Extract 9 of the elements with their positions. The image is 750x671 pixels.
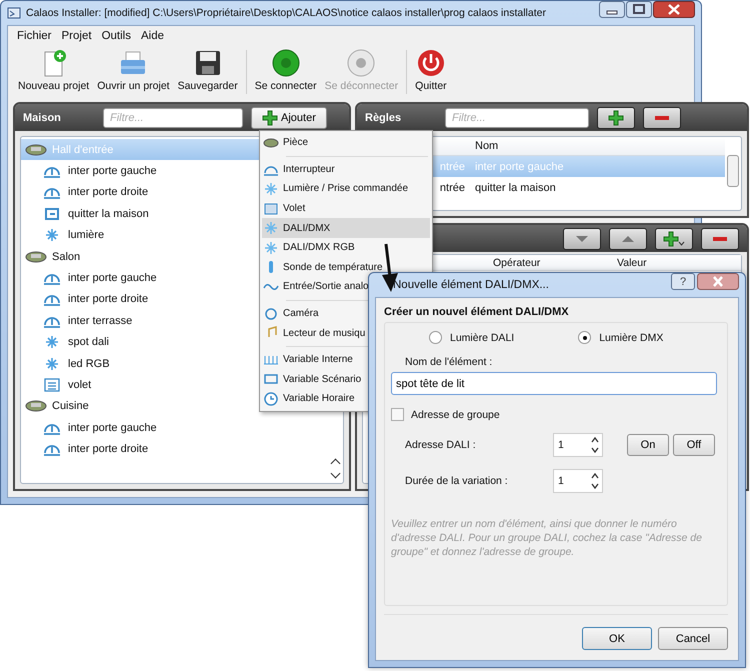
- field-label: Nom de l'élément :: [404, 356, 494, 368]
- dialog-heading: Créer un nouvel élément DALI/DMX: [384, 306, 570, 318]
- dialog-title: Nouvelle élément DALI/DMX...: [392, 279, 550, 291]
- panel-title: Maison: [23, 112, 62, 124]
- field-label: Durée de la variation :: [405, 475, 509, 487]
- window-title: Calaos Installer: [modified] C:\Users\Propriétaire\Desktop\CALAOS\notice calaos installer\prog calaos installater: [26, 7, 547, 19]
- help-text: Veuillez entrer un nom d'élément, ainsi que donner le numéro d'adresse DALI. Pour un groupe DALI, cochez la case "Adresse de groupe" et donnez l'adresse de groupe.: [391, 517, 703, 559]
- field-label: Adresse DALI :: [405, 439, 477, 451]
- panel-title: Règles: [365, 112, 402, 124]
